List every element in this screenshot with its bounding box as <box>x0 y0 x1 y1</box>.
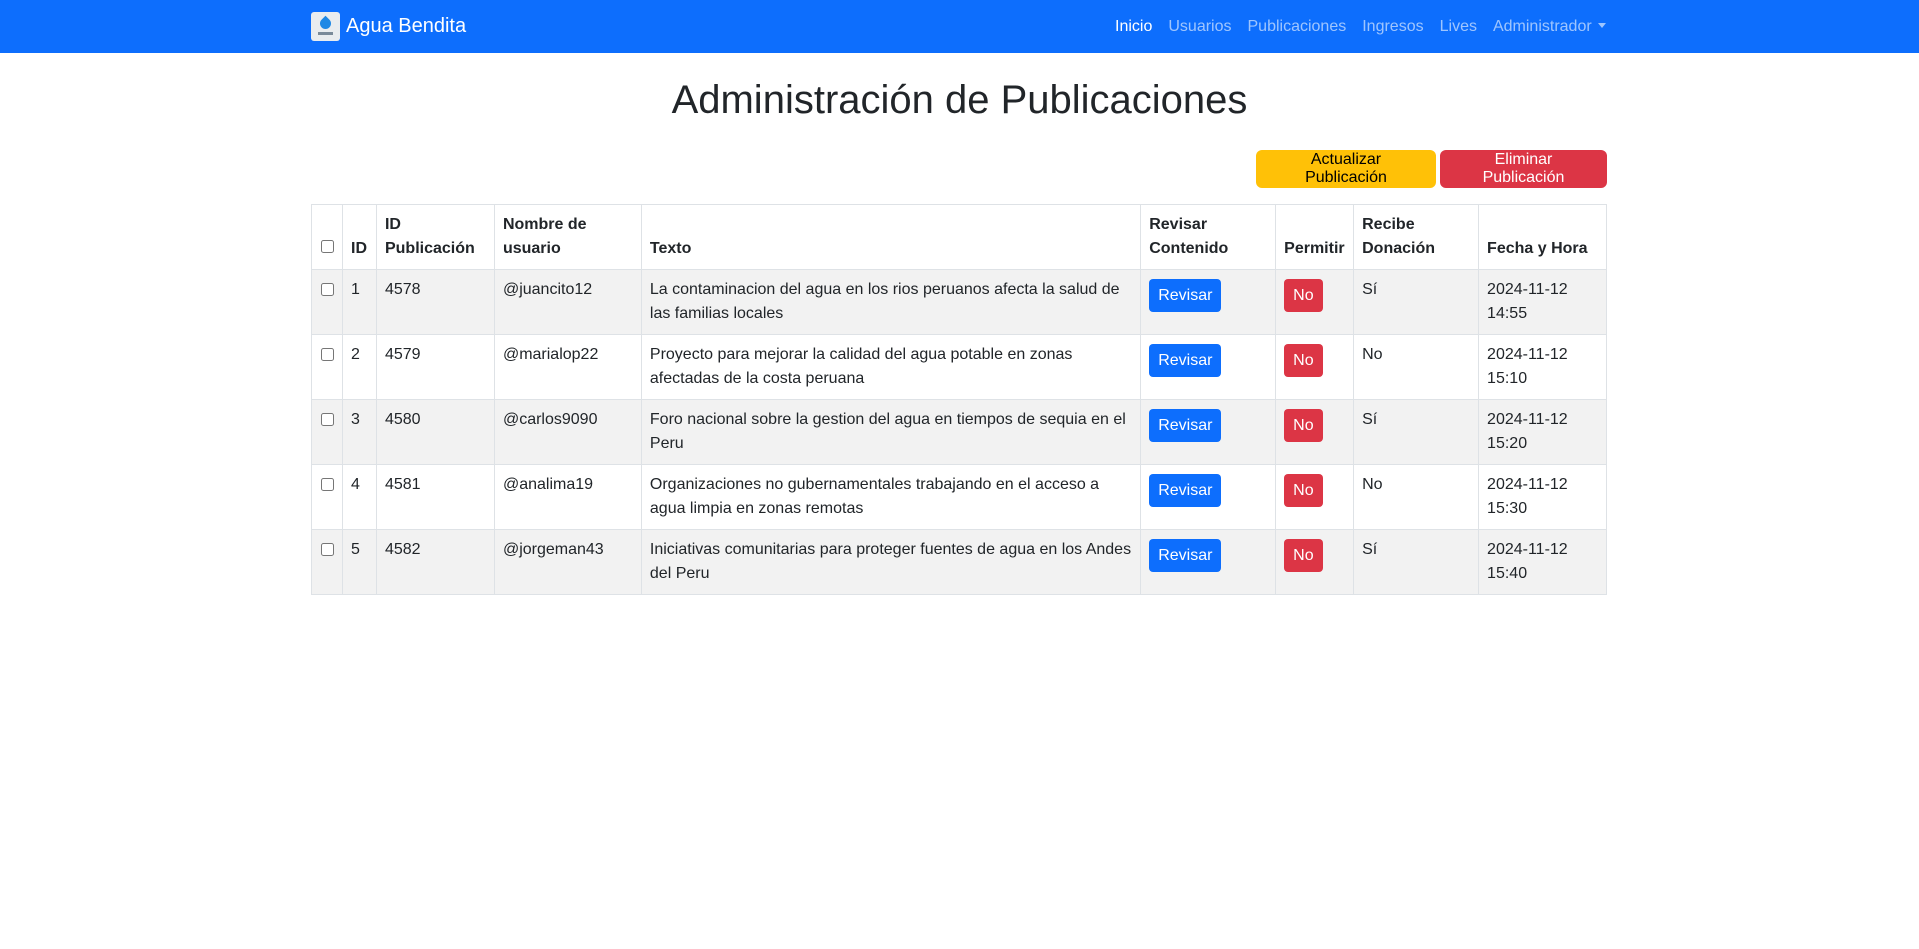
cell-id: 2 <box>342 334 377 400</box>
allow-button[interactable]: No <box>1284 409 1323 442</box>
cell-review: Revisar <box>1140 334 1277 400</box>
row-checkbox[interactable] <box>321 543 334 556</box>
nav-item-administrador[interactable]: Administrador <box>1485 18 1614 36</box>
table-header-row: ID ID Publicación Nombre de usuario Text… <box>311 204 1607 270</box>
cell-datetime: 2024-11-12 15:20 <box>1478 399 1607 465</box>
nav-item-ingresos[interactable]: Ingresos <box>1354 18 1431 36</box>
brand-link[interactable]: Agua Bendita <box>311 11 466 41</box>
cell-review: Revisar <box>1140 269 1277 335</box>
cell-id: 3 <box>342 399 377 465</box>
nav-item-administrador-label: Administrador <box>1492 17 1592 35</box>
cell-id: 5 <box>342 529 377 595</box>
header-allow: Permitir <box>1275 204 1355 270</box>
cell-pub-id: 4580 <box>375 399 495 465</box>
cell-donation: Sí <box>1353 399 1480 465</box>
header-pub-id: ID Publicación <box>375 204 495 270</box>
nav-item-lives[interactable]: Lives <box>1432 18 1485 36</box>
allow-button[interactable]: No <box>1284 279 1323 312</box>
cell-datetime: 2024-11-12 14:55 <box>1478 269 1607 335</box>
table-row: 3 4580 @carlos9090 Foro nacional sobre l… <box>311 399 1607 465</box>
review-button[interactable]: Revisar <box>1149 409 1222 442</box>
table-row: 2 4579 @marialop22 Proyecto para mejorar… <box>311 334 1607 400</box>
review-button[interactable]: Revisar <box>1149 279 1222 312</box>
row-select-cell <box>311 334 343 400</box>
cell-text: Foro nacional sobre la gestion del agua … <box>640 399 1142 465</box>
update-publication-button[interactable]: Actualizar Publicación <box>1256 150 1436 188</box>
cell-id: 4 <box>342 464 377 530</box>
cell-review: Revisar <box>1140 399 1277 465</box>
table-row: 4 4581 @analima19 Organizaciones no gube… <box>311 464 1607 530</box>
cell-donation: No <box>1353 464 1480 530</box>
cell-donation: Sí <box>1353 269 1480 335</box>
row-select-cell <box>311 399 343 465</box>
chevron-down-icon <box>1597 22 1606 28</box>
navbar: Agua Bendita Inicio Usuarios Publicacion… <box>0 0 1919 53</box>
row-checkbox[interactable] <box>321 413 334 426</box>
brand-name: Agua Bendita <box>346 14 467 37</box>
cell-user: @juancito12 <box>493 269 642 335</box>
cell-allow: No <box>1275 334 1355 400</box>
cell-review: Revisar <box>1140 529 1277 595</box>
select-all-checkbox[interactable] <box>321 240 334 253</box>
row-checkbox[interactable] <box>321 283 334 296</box>
row-select-cell <box>311 464 343 530</box>
row-checkbox[interactable] <box>321 478 334 491</box>
cell-pub-id: 4581 <box>375 464 495 530</box>
row-checkbox[interactable] <box>321 348 334 361</box>
cell-allow: No <box>1275 529 1355 595</box>
review-button[interactable]: Revisar <box>1149 344 1222 377</box>
cell-datetime: 2024-11-12 15:40 <box>1478 529 1607 595</box>
cell-text: Organizaciones no gubernamentales trabaj… <box>640 464 1142 530</box>
cell-review: Revisar <box>1140 464 1277 530</box>
table-row: 5 4582 @jorgeman43 Iniciativas comunitar… <box>311 529 1607 595</box>
logo-icon <box>311 11 340 41</box>
cell-allow: No <box>1275 269 1355 335</box>
header-datetime: Fecha y Hora <box>1478 204 1607 270</box>
header-review: Revisar Contenido <box>1140 204 1277 270</box>
delete-publication-button[interactable]: Eliminar Publicación <box>1440 150 1607 188</box>
page-title: Administración de Publicaciones <box>671 78 1248 122</box>
cell-text: Iniciativas comunitarias para proteger f… <box>640 529 1142 595</box>
cell-user: @marialop22 <box>493 334 642 400</box>
header-user: Nombre de usuario <box>493 204 642 270</box>
table-row: 1 4578 @juancito12 La contaminacion del … <box>311 269 1607 335</box>
allow-button[interactable]: No <box>1284 539 1323 572</box>
publications-table: ID ID Publicación Nombre de usuario Text… <box>311 204 1607 595</box>
cell-allow: No <box>1275 464 1355 530</box>
cell-text: La contaminacion del agua en los rios pe… <box>640 269 1142 335</box>
cell-user: @analima19 <box>493 464 642 530</box>
cell-user: @jorgeman43 <box>493 529 642 595</box>
cell-user: @carlos9090 <box>493 399 642 465</box>
header-text: Texto <box>640 204 1142 270</box>
cell-donation: Sí <box>1353 529 1480 595</box>
nav-item-inicio[interactable]: Inicio <box>1107 18 1160 36</box>
cell-datetime: 2024-11-12 15:10 <box>1478 334 1607 400</box>
row-select-cell <box>311 529 343 595</box>
cell-text: Proyecto para mejorar la calidad del agu… <box>640 334 1142 400</box>
header-id: ID <box>342 204 377 270</box>
nav-item-usuarios[interactable]: Usuarios <box>1160 18 1239 36</box>
allow-button[interactable]: No <box>1284 344 1323 377</box>
review-button[interactable]: Revisar <box>1149 474 1222 507</box>
cell-id: 1 <box>342 269 377 335</box>
cell-pub-id: 4582 <box>375 529 495 595</box>
cell-datetime: 2024-11-12 15:30 <box>1478 464 1607 530</box>
nav-item-publicaciones[interactable]: Publicaciones <box>1240 18 1355 36</box>
nav-menu: Inicio Usuarios Publicaciones Ingresos L… <box>1107 0 1614 53</box>
cell-donation: No <box>1353 334 1480 400</box>
allow-button[interactable]: No <box>1284 474 1323 507</box>
cell-pub-id: 4579 <box>375 334 495 400</box>
header-select-all <box>311 204 343 270</box>
review-button[interactable]: Revisar <box>1149 539 1222 572</box>
cell-allow: No <box>1275 399 1355 465</box>
cell-pub-id: 4578 <box>375 269 495 335</box>
row-select-cell <box>311 269 343 335</box>
header-donation: Recibe Donación <box>1353 204 1480 270</box>
